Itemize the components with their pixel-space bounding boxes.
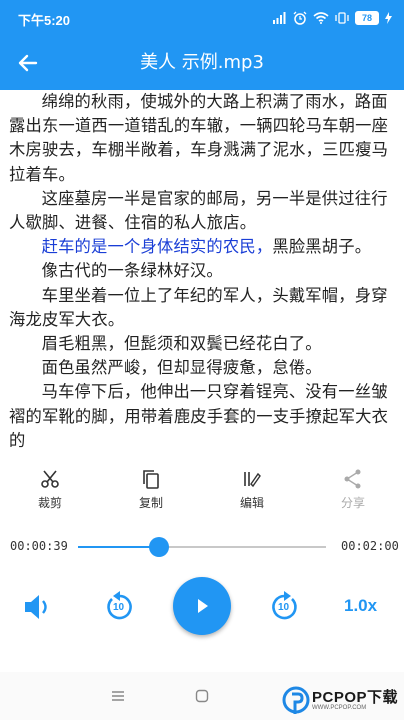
alarm-icon [293, 11, 307, 25]
playback-controls: 10 10 1.0x [0, 572, 404, 642]
share-icon [344, 469, 361, 489]
edit-label: 编辑 [239, 496, 264, 510]
cut-label: 裁剪 [37, 496, 62, 510]
paragraph: 车里坐着一位上了年纪的军人，头戴军帽，身穿海龙皮军大衣。 [9, 285, 388, 329]
copy-label: 复制 [138, 496, 163, 510]
rewind-button[interactable]: 10 [104, 589, 136, 623]
paragraph: 这座墓房一半是官家的邮局，另一半是供过往行人歇脚、进餐、住宿的私人旅店。 [9, 188, 388, 233]
scissors-icon [41, 470, 59, 488]
status-icons: 78 [273, 8, 392, 28]
charging-icon [385, 12, 392, 24]
copy-button[interactable]: 复制 [121, 468, 181, 511]
menu-nav-icon[interactable] [111, 690, 125, 702]
paragraph: 眉毛粗黑，但髭须和双鬓已经花白了。 [41, 334, 322, 354]
edit-button[interactable]: 编辑 [222, 468, 282, 511]
transcript-text[interactable]: 绵绵的秋雨，使城外的大路上积满了雨水，路面露出东一道西一道错乱的车辙，一辆四轮马… [0, 90, 404, 456]
seek-thumb[interactable] [149, 537, 169, 557]
highlighted-sentence[interactable]: 赶车的是一个身体结实的农民， [42, 237, 273, 256]
battery-level: 78 [355, 11, 379, 25]
current-time: 00:00:39 [10, 539, 68, 553]
wifi-icon [313, 12, 329, 24]
speed-button[interactable]: 1.0x [344, 596, 377, 616]
home-nav-icon[interactable] [195, 689, 209, 703]
paragraph: 赶车的是一个身体结实的农民，黑脸黑胡子。 [0, 235, 404, 259]
seek-bar-fill [78, 546, 159, 548]
paragraph: 像古代的一条绿林好汉。 [41, 261, 223, 281]
play-button[interactable] [173, 577, 231, 635]
total-time: 00:02:00 [341, 539, 399, 553]
paragraph: 面色虽然严峻，但却显得疲惫，怠倦。 [41, 358, 322, 378]
watermark-sub: WWW.PCPOP.COM [312, 705, 367, 711]
watermark-text: PCPOP下载 [312, 689, 399, 706]
app-bar: 美人 示例.mp3 [0, 36, 404, 90]
edit-toolbar: 裁剪 复制 编辑 分享 [0, 458, 404, 518]
watermark: PCPOP下载 WWW.PCPOP.COM [282, 684, 400, 718]
watermark-logo-icon [282, 686, 310, 714]
seek-bar[interactable] [78, 537, 326, 557]
status-time: 下午5:20 [18, 13, 71, 28]
copy-icon [143, 470, 159, 489]
forward-button[interactable]: 10 [268, 589, 300, 623]
status-bar: 下午5:20 78 [0, 0, 404, 36]
edit-icon [244, 472, 261, 488]
paragraph: 绵绵的秋雨，使城外的大路上积满了雨水，路面露出东一道西一道错乱的车辙，一辆四轮马… [9, 92, 389, 184]
volume-icon[interactable] [22, 592, 56, 622]
sim-signal-icon [273, 12, 286, 24]
paragraph: 马车停下后，他伸出一只穿着锃亮、没有一丝皱褶的军靴的脚，用带着鹿皮手套的一支手撩… [9, 382, 389, 450]
page-title: 美人 示例.mp3 [140, 52, 264, 73]
vibrate-icon [335, 12, 349, 24]
paragraph-rest: 黑脸黑胡子。 [272, 237, 372, 257]
share-label: 分享 [340, 496, 365, 510]
play-icon [198, 599, 208, 613]
cut-button[interactable]: 裁剪 [20, 468, 80, 511]
share-button[interactable]: 分享 [323, 468, 383, 511]
playback-progress: 00:00:39 00:02:00 [0, 528, 404, 568]
rewind-seconds: 10 [113, 602, 125, 613]
forward-seconds: 10 [278, 602, 290, 613]
